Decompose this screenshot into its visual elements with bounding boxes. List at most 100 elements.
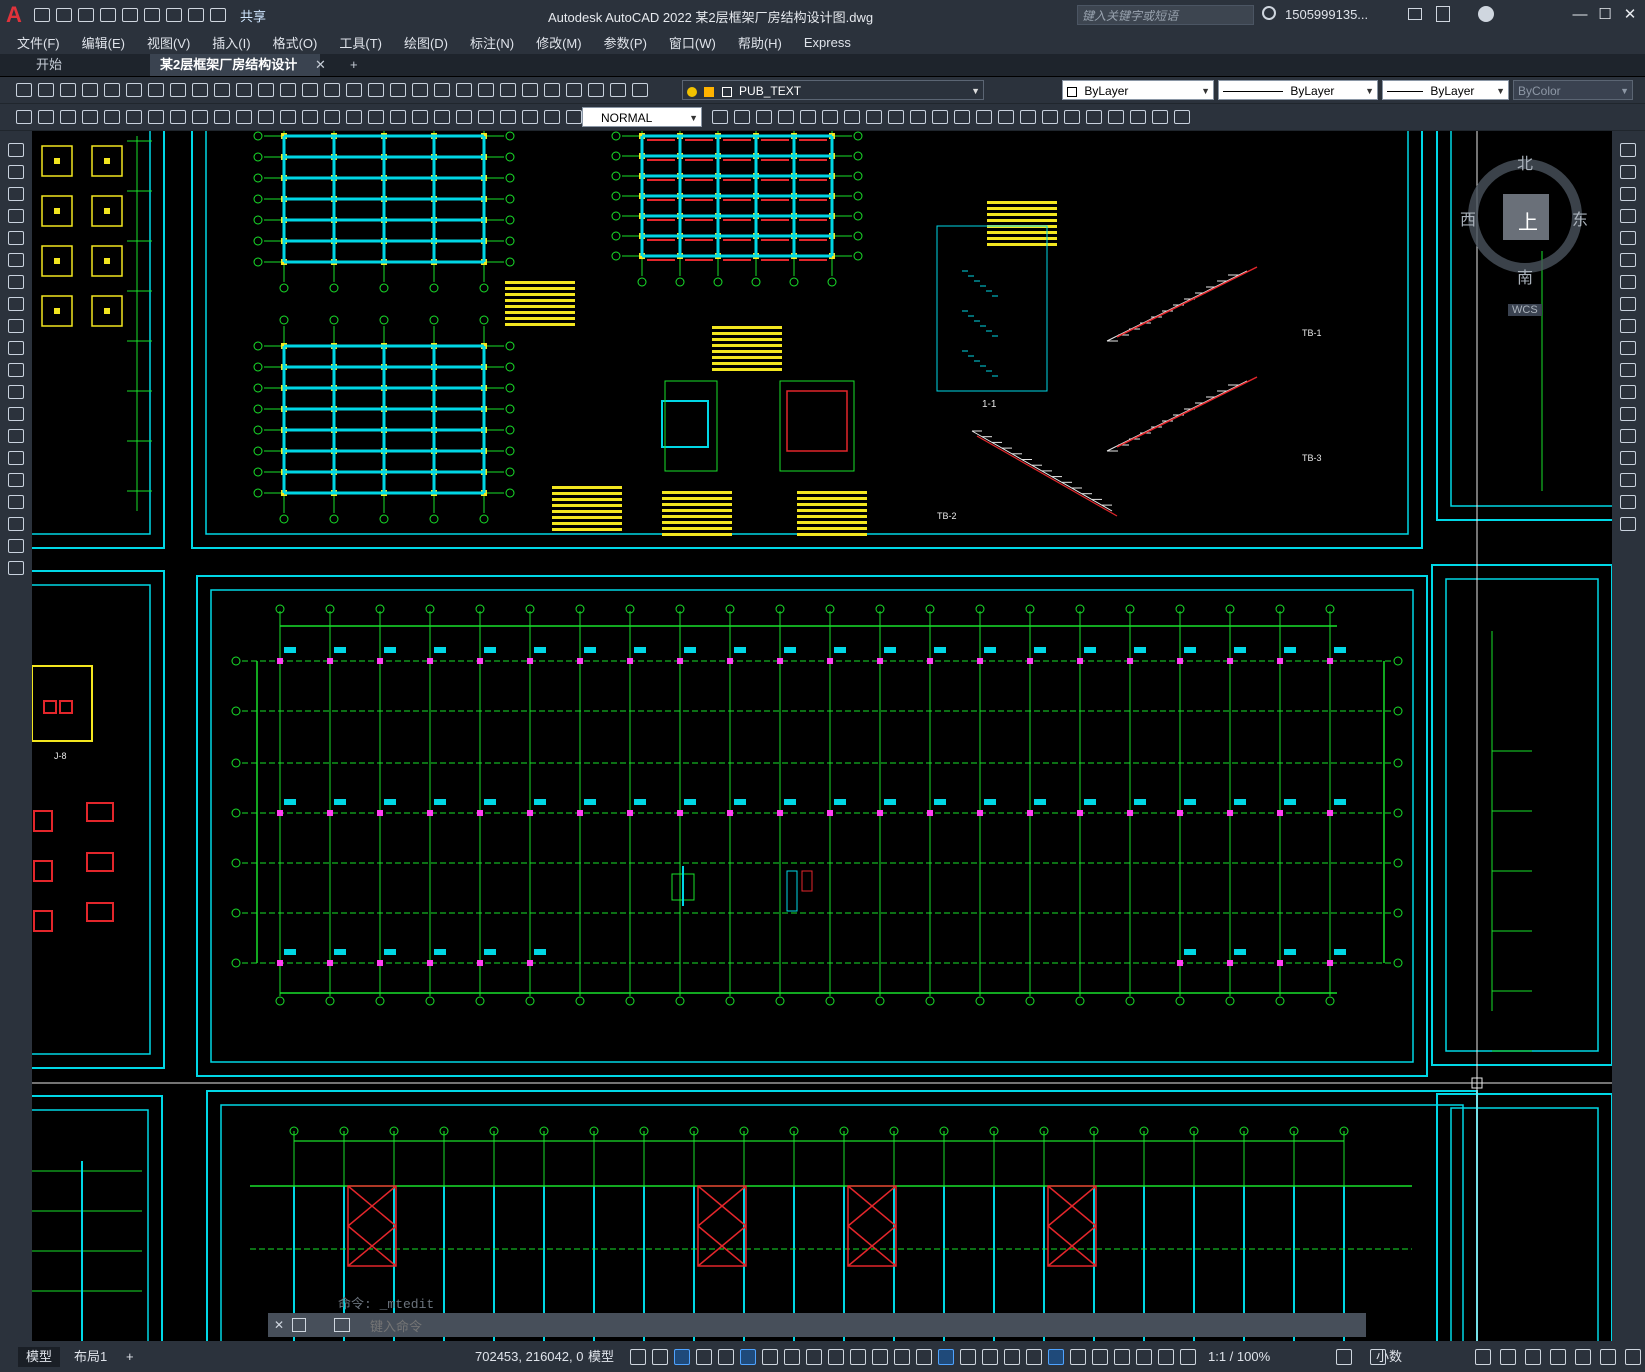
- menu-modify[interactable]: 修改(M): [525, 33, 593, 52]
- modify-tool-1-icon[interactable]: [712, 110, 728, 124]
- draw-tool-icon[interactable]: [8, 165, 24, 179]
- dimension-tool-5-icon[interactable]: [104, 110, 120, 124]
- viewcube-north[interactable]: 北: [1517, 150, 1533, 174]
- share-button[interactable]: 共享: [240, 6, 266, 25]
- menu-view[interactable]: 视图(V): [136, 33, 201, 52]
- standard-tool-5-icon[interactable]: [104, 83, 120, 97]
- close-window-button[interactable]: ✕: [1615, 4, 1645, 26]
- redo-icon[interactable]: [210, 8, 226, 22]
- status-toggle-4-icon[interactable]: [696, 1349, 712, 1365]
- standard-tool-22-icon[interactable]: [478, 83, 494, 97]
- model-space-toggle[interactable]: 模型: [580, 1347, 622, 1367]
- status-toggle-22-icon[interactable]: [1092, 1349, 1108, 1365]
- status-toggle-15-icon[interactable]: [938, 1349, 954, 1365]
- status-tool-4-icon[interactable]: [1500, 1349, 1516, 1365]
- status-toggle-12-icon[interactable]: [872, 1349, 888, 1365]
- draw-tool-icon[interactable]: [8, 297, 24, 311]
- status-toggle-8-icon[interactable]: [784, 1349, 800, 1365]
- draw-tool-icon[interactable]: [8, 319, 24, 333]
- draw-tool-icon[interactable]: [8, 363, 24, 377]
- status-tool-7-icon[interactable]: [1575, 1349, 1591, 1365]
- tab-start[interactable]: 开始: [26, 54, 72, 76]
- help-search-input[interactable]: 键入关键字或短语: [1077, 5, 1254, 25]
- status-toggle-19-icon[interactable]: [1026, 1349, 1042, 1365]
- standard-tool-10-icon[interactable]: [214, 83, 230, 97]
- command-recent-icon[interactable]: [334, 1318, 350, 1332]
- dimension-tool-22-icon[interactable]: [478, 110, 494, 124]
- status-toggle-10-icon[interactable]: [828, 1349, 844, 1365]
- draw-tool-icon[interactable]: [8, 561, 24, 575]
- plotstyle-control[interactable]: ByColor ▼: [1513, 80, 1633, 100]
- dimension-tool-2-icon[interactable]: [38, 110, 54, 124]
- modify-tool-icon[interactable]: [1620, 231, 1636, 245]
- dimension-tool-6-icon[interactable]: [126, 110, 142, 124]
- dimension-tool-19-icon[interactable]: [412, 110, 428, 124]
- menu-format[interactable]: 格式(O): [262, 33, 329, 52]
- save-icon[interactable]: [78, 8, 94, 22]
- status-toggle-14-icon[interactable]: [916, 1349, 932, 1365]
- new-icon[interactable]: [34, 8, 50, 22]
- modify-tool-icon[interactable]: [1620, 363, 1636, 377]
- modify-tool-14-icon[interactable]: [998, 110, 1014, 124]
- dimension-tool-21-icon[interactable]: [456, 110, 472, 124]
- modify-tool-22-icon[interactable]: [1174, 110, 1190, 124]
- modify-tool-11-icon[interactable]: [932, 110, 948, 124]
- standard-tool-1-icon[interactable]: [16, 83, 32, 97]
- status-toggle-6-icon[interactable]: [740, 1349, 756, 1365]
- status-toggle-18-icon[interactable]: [1004, 1349, 1020, 1365]
- dimension-tool-8-icon[interactable]: [170, 110, 186, 124]
- modify-tool-6-icon[interactable]: [822, 110, 838, 124]
- status-toggle-11-icon[interactable]: [850, 1349, 866, 1365]
- modify-tool-2-icon[interactable]: [734, 110, 750, 124]
- status-tool-8-icon[interactable]: [1600, 1349, 1616, 1365]
- modify-tool-icon[interactable]: [1620, 473, 1636, 487]
- drawing-canvas[interactable]: 1-1 TB-1 TB-3 TB-2 J-8: [32, 131, 1612, 1341]
- dimension-tool-18-icon[interactable]: [390, 110, 406, 124]
- draw-tool-icon[interactable]: [8, 275, 24, 289]
- save-as-icon[interactable]: [100, 8, 116, 22]
- command-input[interactable]: [368, 1315, 1352, 1337]
- modify-tool-20-icon[interactable]: [1130, 110, 1146, 124]
- modify-tool-icon[interactable]: [1620, 187, 1636, 201]
- standard-tool-17-icon[interactable]: [368, 83, 384, 97]
- standard-tool-23-icon[interactable]: [500, 83, 516, 97]
- dimension-tool-15-icon[interactable]: [324, 110, 340, 124]
- dimension-tool-7-icon[interactable]: [148, 110, 164, 124]
- dimension-tool-9-icon[interactable]: [192, 110, 208, 124]
- plot-icon[interactable]: [166, 8, 182, 22]
- status-tool-9-icon[interactable]: [1625, 1349, 1641, 1365]
- viewcube-south[interactable]: 南: [1517, 264, 1533, 288]
- modify-tool-17-icon[interactable]: [1064, 110, 1080, 124]
- draw-tool-icon[interactable]: [8, 209, 24, 223]
- tab-active-drawing[interactable]: 某2层框架厂房结构设计图*: [150, 54, 320, 94]
- modify-tool-16-icon[interactable]: [1042, 110, 1058, 124]
- modify-tool-icon[interactable]: [1620, 429, 1636, 443]
- standard-tool-2-icon[interactable]: [38, 83, 54, 97]
- modify-tool-13-icon[interactable]: [976, 110, 992, 124]
- dimension-tool-24-icon[interactable]: [522, 110, 538, 124]
- menu-window[interactable]: 窗口(W): [658, 33, 727, 52]
- autodesk-app-icon[interactable]: [1436, 6, 1450, 22]
- standard-tool-4-icon[interactable]: [82, 83, 98, 97]
- status-toggle-21-icon[interactable]: [1070, 1349, 1086, 1365]
- standard-tool-3-icon[interactable]: [60, 83, 76, 97]
- modify-tool-icon[interactable]: [1620, 495, 1636, 509]
- dimension-tool-14-icon[interactable]: [302, 110, 318, 124]
- status-toggle-24-icon[interactable]: [1136, 1349, 1152, 1365]
- help-icon[interactable]: [1478, 6, 1494, 22]
- linetype-control[interactable]: ByLayer ▼: [1218, 80, 1378, 100]
- menu-parametric[interactable]: 参数(P): [593, 33, 658, 52]
- standard-tool-26-icon[interactable]: [566, 83, 582, 97]
- modify-tool-icon[interactable]: [1620, 253, 1636, 267]
- menu-draw[interactable]: 绘图(D): [393, 33, 459, 52]
- dimension-tool-11-icon[interactable]: [236, 110, 252, 124]
- draw-tool-icon[interactable]: [8, 473, 24, 487]
- autocad-logo-icon[interactable]: A: [6, 3, 30, 27]
- modify-tool-5-icon[interactable]: [800, 110, 816, 124]
- status-toggle-26-icon[interactable]: [1180, 1349, 1196, 1365]
- modify-tool-icon[interactable]: [1620, 385, 1636, 399]
- standard-tool-11-icon[interactable]: [236, 83, 252, 97]
- status-tool-3-icon[interactable]: [1475, 1349, 1491, 1365]
- modify-tool-8-icon[interactable]: [866, 110, 882, 124]
- status-toggle-2-icon[interactable]: [652, 1349, 668, 1365]
